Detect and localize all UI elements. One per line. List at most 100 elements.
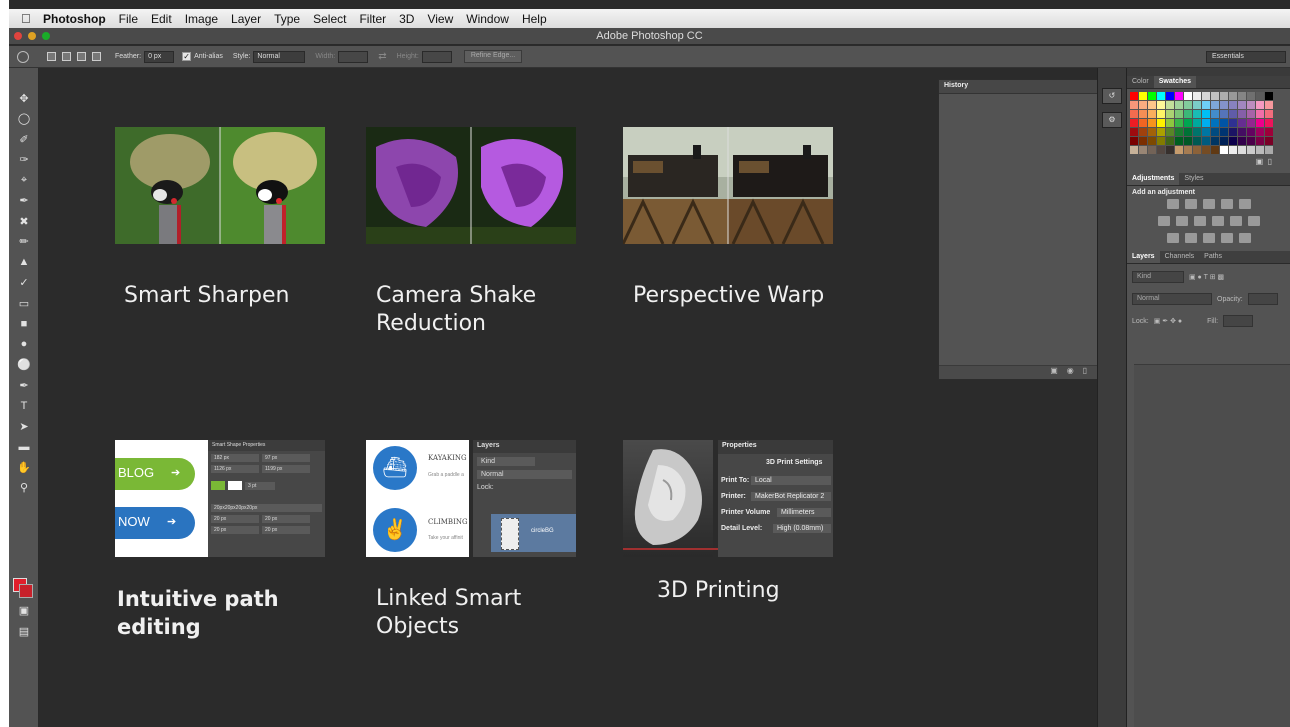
color-swatch[interactable] <box>1238 101 1246 109</box>
add-selection-icon[interactable] <box>62 52 71 61</box>
menu-window[interactable]: Window <box>466 12 509 26</box>
color-swatch[interactable] <box>1139 110 1147 118</box>
color-swatch[interactable] <box>1148 119 1156 127</box>
styles-tab[interactable]: Styles <box>1179 173 1208 185</box>
printer-select[interactable]: MakerBot Replicator 2 <box>751 492 831 501</box>
layers-tab[interactable]: Layers <box>1127 251 1160 263</box>
color-swatch[interactable] <box>1238 128 1246 136</box>
menu-image[interactable]: Image <box>185 12 218 26</box>
marquee-tool-icon[interactable]: ◯ <box>9 109 39 130</box>
color-swatch[interactable] <box>1256 92 1264 100</box>
intersect-selection-icon[interactable] <box>92 52 101 61</box>
lasso-tool-icon[interactable]: ✐ <box>9 129 39 150</box>
color-swatch[interactable] <box>1148 110 1156 118</box>
color-swatch[interactable] <box>1220 128 1228 136</box>
menu-filter[interactable]: Filter <box>359 12 386 26</box>
shape-y-field[interactable]: 1199 px <box>262 465 310 473</box>
color-swatch[interactable] <box>1256 128 1264 136</box>
history-brush-tool-icon[interactable]: ✓ <box>9 273 39 294</box>
color-swatch[interactable] <box>1193 92 1201 100</box>
color-swatch[interactable] <box>1175 128 1183 136</box>
rectangle-tool-icon[interactable]: ▬ <box>9 437 39 458</box>
color-swatch[interactable] <box>1184 128 1192 136</box>
color-swatch[interactable] <box>1130 92 1138 100</box>
color-swatch[interactable] <box>1211 92 1219 100</box>
color-swatch[interactable] <box>1175 110 1183 118</box>
color-swatch[interactable] <box>1265 92 1273 100</box>
zoom-tool-icon[interactable]: ⚲ <box>9 478 39 499</box>
fill-input[interactable] <box>1223 315 1254 327</box>
color-swatch[interactable] <box>1202 137 1210 145</box>
brightness-icon[interactable] <box>1166 199 1179 209</box>
color-swatch[interactable] <box>1184 101 1192 109</box>
vibrance-icon[interactable] <box>1238 199 1251 209</box>
color-swatch[interactable] <box>1238 137 1246 145</box>
layer-filter-icons[interactable]: ▣ ● T ⊞ ▩ <box>1189 273 1224 281</box>
color-swatch[interactable] <box>1220 119 1228 127</box>
gradient-map-icon[interactable] <box>1220 233 1233 243</box>
color-swatch[interactable] <box>1265 146 1273 154</box>
menu-file[interactable]: File <box>119 12 138 26</box>
color-swatch[interactable] <box>1247 110 1255 118</box>
selective-color-icon[interactable] <box>1238 233 1251 243</box>
color-swatch[interactable] <box>1229 137 1237 145</box>
photo-filter-icon[interactable] <box>1211 216 1224 226</box>
color-swatch[interactable] <box>1238 146 1246 154</box>
color-swatch[interactable] <box>1220 101 1228 109</box>
color-swatch[interactable] <box>1130 110 1138 118</box>
color-lookup-icon[interactable] <box>1247 216 1260 226</box>
type-tool-icon[interactable]: T <box>9 396 39 417</box>
menu-3d[interactable]: 3D <box>399 12 414 26</box>
radius-field-4[interactable]: 20 px <box>262 526 310 534</box>
color-swatch[interactable] <box>1220 137 1228 145</box>
color-swatch[interactable] <box>1265 110 1273 118</box>
color-swatch[interactable] <box>1175 146 1183 154</box>
color-swatch[interactable] <box>1202 119 1210 127</box>
channel-mixer-icon[interactable] <box>1229 216 1242 226</box>
color-swatch[interactable] <box>1202 110 1210 118</box>
color-swatch[interactable] <box>1256 137 1264 145</box>
color-swatch[interactable] <box>1238 92 1246 100</box>
stroke-width-field[interactable]: 3 pt <box>245 481 275 490</box>
levels-icon[interactable] <box>1184 199 1197 209</box>
color-swatch[interactable] <box>1157 128 1165 136</box>
black-white-icon[interactable] <box>1193 216 1206 226</box>
menu-view[interactable]: View <box>427 12 453 26</box>
adjustments-tab[interactable]: Adjustments <box>1127 173 1180 185</box>
exposure-icon[interactable] <box>1220 199 1233 209</box>
color-swatch[interactable] <box>1139 128 1147 136</box>
new-selection-icon[interactable] <box>47 52 56 61</box>
shape-height-field[interactable]: 97 px <box>262 454 310 462</box>
color-swatch[interactable] <box>1211 101 1219 109</box>
radius-field-3[interactable]: 20 px <box>211 526 259 534</box>
color-swatch[interactable] <box>1211 137 1219 145</box>
color-swatch[interactable] <box>1139 146 1147 154</box>
threshold-icon[interactable] <box>1202 233 1215 243</box>
color-swatch[interactable] <box>1229 119 1237 127</box>
gradient-tool-icon[interactable]: ■ <box>9 314 39 335</box>
color-swatch[interactable] <box>1202 92 1210 100</box>
color-swatch[interactable] <box>1229 128 1237 136</box>
history-tab[interactable]: History <box>939 80 1097 94</box>
color-swatch[interactable] <box>1265 101 1273 109</box>
color-swatch[interactable] <box>1130 101 1138 109</box>
brush-tool-icon[interactable]: ✏ <box>9 232 39 253</box>
refine-edge-button[interactable]: Refine Edge... <box>463 50 523 63</box>
printer-volume-select[interactable]: Millimeters <box>777 508 831 517</box>
crop-tool-icon[interactable]: ⌖ <box>9 170 39 191</box>
color-swatch[interactable] <box>1184 119 1192 127</box>
color-swatch[interactable] <box>1157 119 1165 127</box>
color-swatch[interactable] <box>1202 146 1210 154</box>
color-swatch[interactable] <box>1256 110 1264 118</box>
new-snapshot-icon[interactable]: ▣ <box>1050 366 1058 375</box>
feather-input[interactable]: 0 px <box>144 50 175 63</box>
color-swatch[interactable] <box>1247 128 1255 136</box>
layer-kind-filter[interactable]: Kind <box>1132 271 1184 283</box>
color-swatch[interactable] <box>1202 128 1210 136</box>
color-swatch[interactable] <box>1193 101 1201 109</box>
color-swatch[interactable] <box>1220 110 1228 118</box>
properties-panel-icon[interactable]: ⚙ <box>1102 112 1122 128</box>
style-select[interactable]: Normal <box>253 50 306 63</box>
color-swatch[interactable] <box>1157 110 1165 118</box>
radius-field-2[interactable]: 20 px <box>262 515 310 523</box>
